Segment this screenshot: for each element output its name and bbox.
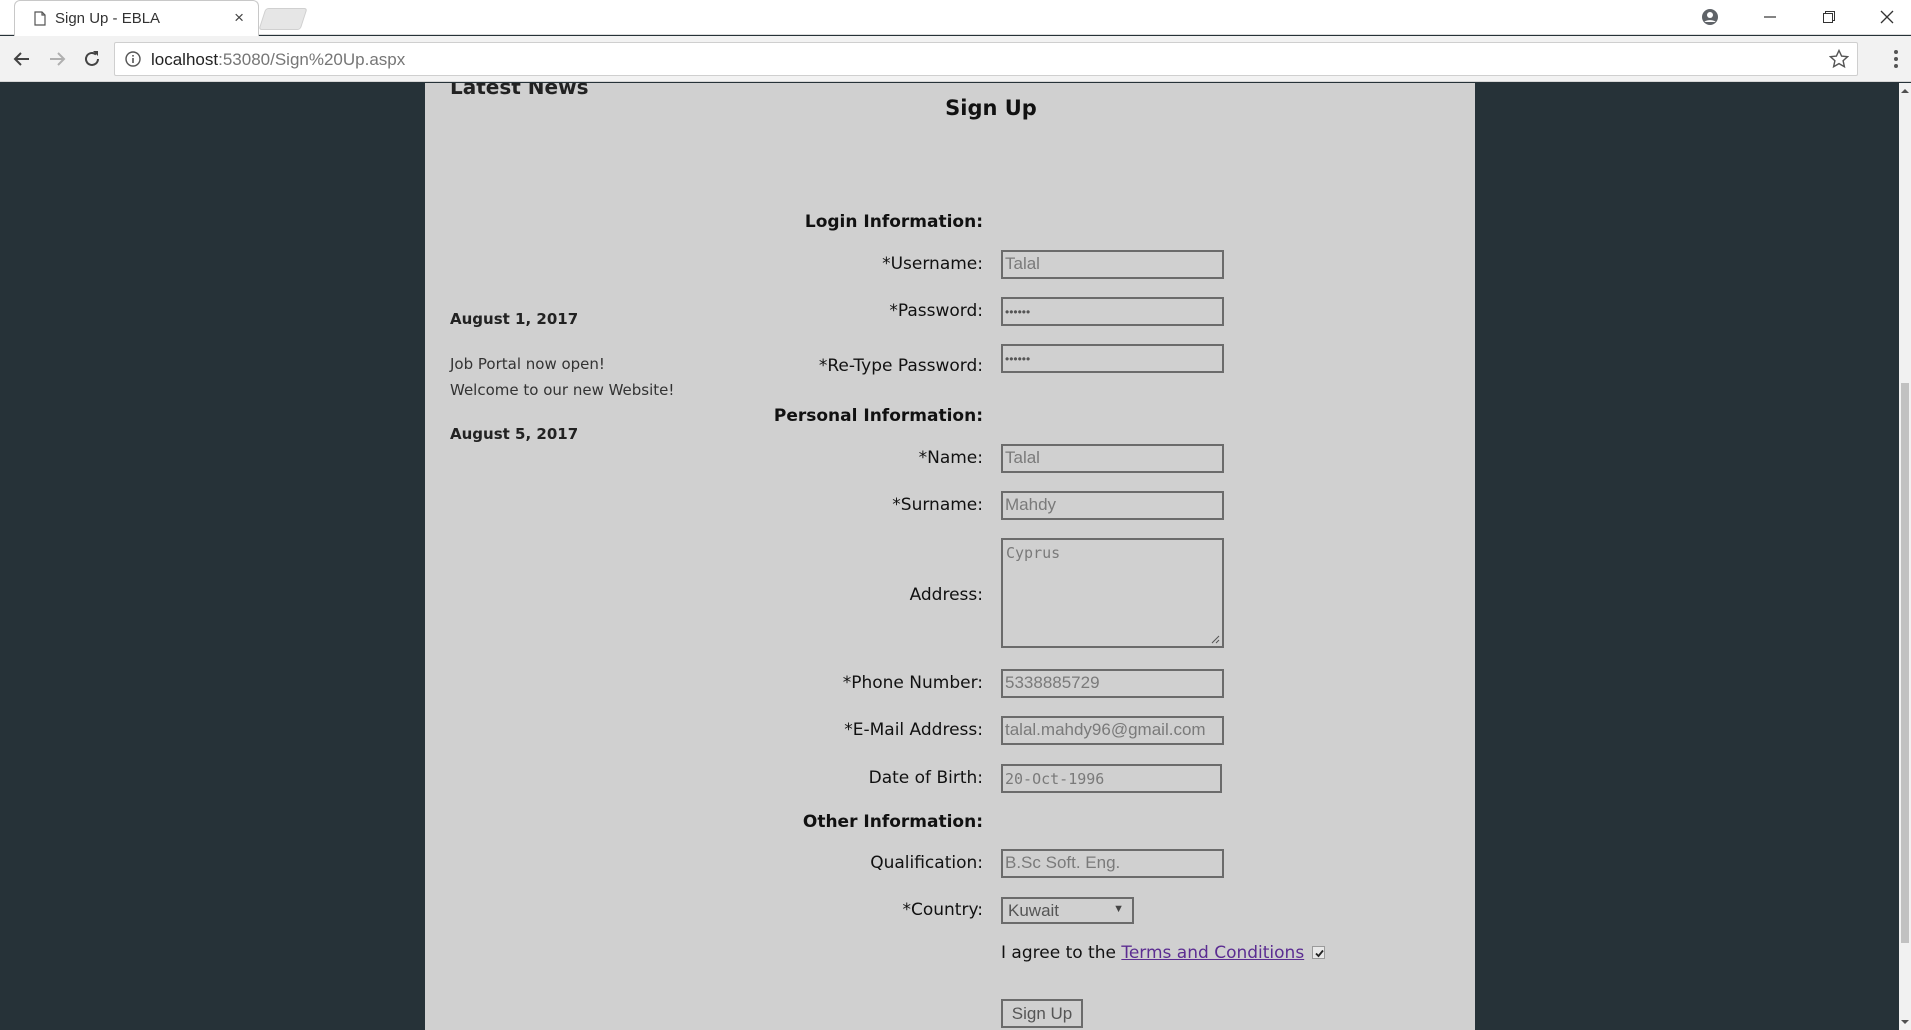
personal-section-heading: Personal Information: bbox=[773, 406, 983, 426]
qualification-label: Qualification: bbox=[870, 853, 983, 873]
reload-icon[interactable] bbox=[78, 45, 106, 73]
dob-label: Date of Birth: bbox=[868, 768, 983, 788]
page-scrollbar[interactable] bbox=[1899, 83, 1911, 1030]
url-text[interactable]: localhost:53080/Sign%20Up.aspx bbox=[151, 50, 405, 70]
address-value: Cyprus bbox=[1006, 544, 1061, 562]
content-panel: Latest News August 1, 2017 Job Portal no… bbox=[425, 83, 1475, 1030]
close-window-icon[interactable] bbox=[1864, 2, 1910, 32]
forward-icon[interactable] bbox=[43, 45, 71, 73]
tab-title: Sign Up - EBLA bbox=[55, 10, 161, 27]
login-section-heading: Login Information: bbox=[804, 212, 983, 232]
email-label: *E-Mail Address: bbox=[844, 720, 983, 740]
minimize-icon[interactable] bbox=[1747, 2, 1793, 32]
news-text: Job Portal now open! bbox=[450, 355, 605, 373]
surname-input[interactable]: Mahdy bbox=[1001, 491, 1224, 520]
sign-up-button[interactable]: Sign Up bbox=[1001, 999, 1083, 1028]
name-input[interactable]: Talal bbox=[1001, 444, 1224, 473]
qualification-input[interactable]: B.Sc Soft. Eng. bbox=[1001, 849, 1224, 878]
password-label: *Password: bbox=[889, 301, 983, 321]
country-select[interactable]: Kuwait ▼ bbox=[1001, 897, 1134, 924]
terms-link[interactable]: Terms and Conditions bbox=[1121, 943, 1304, 963]
username-label: *Username: bbox=[882, 254, 983, 274]
news-date: August 5, 2017 bbox=[450, 425, 579, 443]
bookmark-star-icon[interactable] bbox=[1829, 49, 1849, 69]
news-date: August 1, 2017 bbox=[450, 310, 579, 328]
new-tab-button[interactable] bbox=[258, 8, 308, 30]
name-label: *Name: bbox=[918, 448, 983, 468]
country-label: *Country: bbox=[902, 900, 983, 920]
browser-tabstrip: Sign Up - EBLA × bbox=[0, 0, 1911, 36]
password-input[interactable]: •••••• bbox=[1001, 297, 1224, 326]
surname-label: *Surname: bbox=[892, 495, 983, 515]
address-label: Address: bbox=[909, 585, 983, 605]
back-icon[interactable] bbox=[8, 45, 36, 73]
restore-icon[interactable] bbox=[1806, 2, 1852, 32]
username-input[interactable]: Talal bbox=[1001, 250, 1224, 279]
news-text: Welcome to our new Website! bbox=[450, 381, 675, 399]
browser-tab[interactable]: Sign Up - EBLA × bbox=[14, 0, 259, 36]
dob-input[interactable]: 20-Oct-1996 bbox=[1001, 764, 1222, 793]
browser-toolbar: localhost:53080/Sign%20Up.aspx bbox=[0, 36, 1911, 82]
document-icon bbox=[34, 11, 46, 26]
scroll-thumb[interactable] bbox=[1901, 383, 1909, 943]
dropdown-arrow-icon: ▼ bbox=[1113, 903, 1124, 915]
browser-menu-icon[interactable] bbox=[1893, 48, 1899, 70]
scroll-up-icon[interactable] bbox=[1901, 87, 1909, 95]
page-title: Sign Up bbox=[945, 96, 1037, 120]
terms-agreement: I agree to the Terms and Conditions bbox=[1001, 943, 1304, 963]
email-input[interactable]: talal.mahdy96@gmail.com bbox=[1001, 716, 1224, 745]
retype-password-input[interactable]: •••••• bbox=[1001, 344, 1224, 373]
terms-checkbox[interactable] bbox=[1312, 946, 1325, 959]
checkmark-icon bbox=[1315, 949, 1324, 958]
profile-icon[interactable] bbox=[1687, 2, 1733, 32]
country-value: Kuwait bbox=[1008, 901, 1060, 920]
address-bar[interactable]: localhost:53080/Sign%20Up.aspx bbox=[114, 42, 1858, 76]
scroll-down-icon[interactable] bbox=[1901, 1018, 1909, 1026]
tab-close-icon[interactable]: × bbox=[234, 8, 244, 28]
info-icon[interactable] bbox=[125, 51, 141, 67]
other-section-heading: Other Information: bbox=[802, 812, 983, 832]
phone-label: *Phone Number: bbox=[842, 673, 983, 693]
page-viewport: Latest News August 1, 2017 Job Portal no… bbox=[0, 83, 1911, 1030]
terms-prefix: I agree to the bbox=[1001, 943, 1122, 963]
retype-password-label: *Re-Type Password: bbox=[818, 356, 983, 376]
resize-grip-icon[interactable] bbox=[1211, 635, 1220, 644]
phone-input[interactable]: 5338885729 bbox=[1001, 669, 1224, 698]
address-textarea[interactable]: Cyprus bbox=[1001, 538, 1224, 648]
